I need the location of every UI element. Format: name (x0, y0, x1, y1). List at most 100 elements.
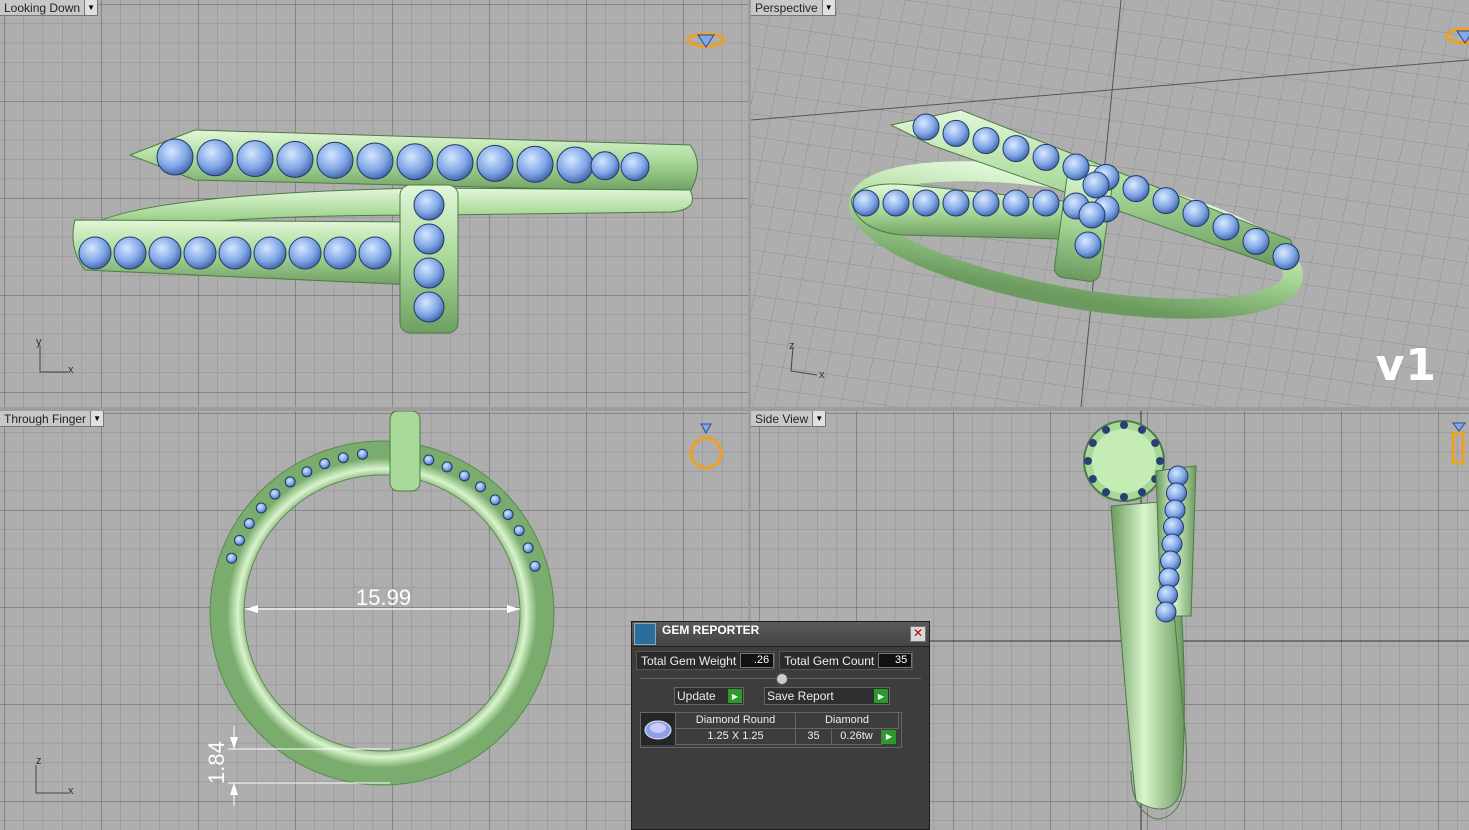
gem-reporter-logo-icon (634, 623, 656, 645)
update-button[interactable]: Update ▶ (674, 687, 744, 705)
gem-stone (1272, 243, 1300, 271)
gem-stone (301, 466, 313, 478)
gem-stone (522, 542, 534, 554)
diamond-round-icon (644, 720, 672, 740)
chevron-down-icon[interactable]: ▼ (84, 0, 98, 15)
gem-stone (1062, 153, 1090, 181)
gem-stone (516, 145, 554, 183)
viewport-label-text: Looking Down (4, 0, 81, 15)
gem-stone (183, 236, 217, 270)
gem-stone (441, 461, 453, 473)
total-gem-count-field: Total Gem Count 35 (779, 651, 914, 670)
gem-stone (513, 525, 525, 537)
prong (1102, 425, 1110, 434)
gem-stone (912, 189, 940, 217)
table-cell-count: 35 (796, 729, 832, 745)
gem-stone (972, 127, 1000, 155)
gem-stone (319, 458, 331, 470)
gem-stone (502, 508, 514, 520)
save-report-button[interactable]: Save Report ▶ (764, 687, 890, 705)
close-icon[interactable]: ✕ (910, 626, 926, 642)
viewport-label-text: Perspective (755, 0, 818, 15)
gem-stone (942, 189, 970, 217)
gem-stone (413, 291, 445, 323)
gem-stone (226, 552, 238, 564)
chevron-down-icon[interactable]: ▼ (90, 411, 104, 426)
prong (1156, 457, 1164, 465)
gem-stone (218, 236, 252, 270)
gem-stone (236, 140, 274, 178)
gem-stone (288, 236, 322, 270)
gem-stone (284, 476, 296, 488)
gem-reporter-titlebar[interactable]: GEM REPORTER ✕ (632, 622, 929, 647)
gem-stone (556, 146, 594, 184)
gem-stone (156, 138, 194, 176)
prong (1102, 488, 1110, 497)
gem-stone (1082, 171, 1110, 199)
dimension-thickness: 1.84 (204, 741, 229, 784)
viewport-label-side-view[interactable]: Side View ▼ (751, 411, 827, 427)
table-cell-weight: 0.26tw (832, 729, 882, 745)
viewport-looking-down[interactable]: Looking Down ▼ y x (0, 0, 748, 407)
save-report-button-label: Save Report (767, 689, 834, 703)
prong (1120, 493, 1128, 501)
total-gem-count-value[interactable]: 35 (878, 653, 913, 668)
gem-reporter-title: GEM REPORTER (662, 623, 760, 637)
viewport-label-looking-down[interactable]: Looking Down ▼ (0, 0, 99, 16)
gem-stone (1242, 227, 1270, 255)
ring-icon[interactable] (686, 421, 726, 471)
gem-stone (1078, 201, 1106, 229)
play-icon: ▶ (882, 729, 896, 744)
total-gem-weight-value[interactable]: .26 (740, 653, 775, 668)
gem-stone (436, 144, 474, 182)
prong (1138, 425, 1146, 434)
gem-stone (255, 502, 267, 514)
gem-stone (1032, 143, 1060, 171)
grid-looking-down (0, 0, 748, 407)
collapse-handle[interactable] (776, 673, 788, 685)
total-gem-weight-label: Total Gem Weight (641, 653, 737, 668)
gem-stone (1074, 231, 1102, 259)
gem-stone (1155, 601, 1177, 623)
gem-reporter-panel[interactable]: GEM REPORTER ✕ Total Gem Weight .26 Tota… (631, 621, 930, 830)
ring-side-icon[interactable] (1449, 421, 1469, 471)
chevron-down-icon[interactable]: ▼ (821, 0, 835, 15)
prong (1120, 421, 1128, 429)
gem-stone (253, 236, 287, 270)
gem-thumbnail[interactable] (641, 713, 676, 745)
gem-stone (396, 143, 434, 181)
viewport-label-through-finger[interactable]: Through Finger ▼ (0, 411, 105, 427)
prong (1138, 488, 1146, 497)
gem-stone (1152, 187, 1180, 215)
prong (1088, 475, 1097, 483)
gem-stone (972, 189, 1000, 217)
total-gem-count-label: Total Gem Count (784, 653, 875, 668)
axis-gizmo (39, 345, 68, 373)
diamond-icon[interactable] (686, 25, 726, 55)
gem-stone (358, 236, 392, 270)
table-header-shape: Diamond Round (676, 713, 796, 729)
viewport-label-perspective[interactable]: Perspective ▼ (751, 0, 836, 16)
diamond-icon[interactable] (1443, 22, 1469, 52)
grid-perspective (751, 0, 1469, 407)
dimension-inner-diameter: 15.99 (356, 585, 412, 610)
gem-stone (852, 189, 880, 217)
table-cell-size: 1.25 X 1.25 (676, 729, 796, 745)
gem-stone (337, 452, 349, 464)
update-button-label: Update (677, 689, 716, 703)
gem-stone (413, 189, 445, 221)
gem-stone (912, 113, 940, 141)
viewport-perspective[interactable]: Perspective ▼ z x v1 (751, 0, 1469, 407)
gem-row-expand-button[interactable]: ▶ (882, 729, 898, 744)
gem-stone (1212, 213, 1240, 241)
gem-table: Diamond Round Diamond 1.25 X 1.25 35 0.2… (640, 712, 902, 748)
total-gem-weight-field: Total Gem Weight .26 (636, 651, 776, 670)
gem-stone (413, 223, 445, 255)
gem-stone (113, 236, 147, 270)
table-header-material: Diamond (796, 713, 899, 729)
gem-stone (620, 152, 650, 182)
chevron-down-icon[interactable]: ▼ (812, 411, 826, 426)
gem-stone (590, 151, 620, 181)
gem-stone (413, 257, 445, 289)
gem-stone (243, 518, 255, 530)
